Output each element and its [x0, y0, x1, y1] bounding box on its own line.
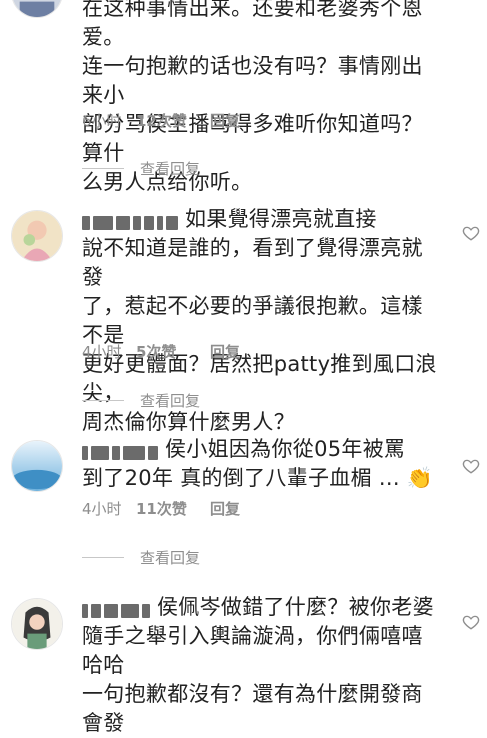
comment-line-text: 侯小姐因為你從05年被罵 — [165, 437, 406, 461]
heart-outline-icon[interactable] — [462, 457, 480, 475]
divider — [82, 557, 124, 558]
comment-line-text: 侯佩岑做錯了什麼？被你老婆 — [157, 595, 434, 619]
view-replies[interactable]: 查看回复 — [82, 547, 200, 568]
heart-outline-icon[interactable] — [462, 613, 480, 631]
avatar[interactable] — [11, 0, 63, 18]
reply-button[interactable]: 回复 — [210, 110, 240, 131]
comment-line: 說不知道是誰的，看到了覺得漂亮就發 — [82, 236, 423, 289]
view-replies[interactable]: 查看回复 — [82, 158, 200, 179]
comment-text: 侯小姐因為你從05年被罵 到了20年 真的倒了八輩子血楣 ... 👏 — [82, 435, 444, 493]
view-replies-label[interactable]: 查看回复 — [140, 158, 200, 179]
username-redacted[interactable] — [82, 209, 181, 230]
avatar[interactable] — [11, 598, 63, 650]
avatar[interactable] — [11, 210, 63, 262]
comment-line: 连一句抱歉的话也没有吗？事情刚出来小 — [82, 54, 423, 107]
comment-line: 在这种事情出来。还要和老婆秀个恩爱。 — [82, 0, 423, 49]
like-count[interactable]: 12次赞 — [136, 110, 210, 131]
reply-button[interactable]: 回复 — [210, 341, 240, 362]
comment-text: 侯佩岑做錯了什麼？被你老婆 隨手之舉引入輿論漩渦，你們倆嘻嘻哈哈 一句抱歉都沒有… — [82, 593, 444, 738]
comment-line: 侯佩岑做錯了什麼？被你老婆 — [82, 593, 444, 622]
avatar[interactable] — [11, 440, 63, 492]
reply-button[interactable]: 回复 — [210, 498, 240, 519]
comment-time: 6小时 — [82, 112, 122, 130]
divider — [82, 400, 124, 401]
username-redacted[interactable] — [82, 597, 153, 618]
comment-line: 隨手之舉引入輿論漩渦，你們倆嘻嘻哈哈 — [82, 624, 423, 677]
username-redacted[interactable] — [82, 439, 161, 460]
comment-line: 周杰倫你算什麼男人？ — [82, 410, 295, 434]
like-count[interactable]: 11次赞 — [136, 498, 210, 519]
divider — [82, 168, 124, 169]
comment-meta: 6小时 12次赞 回复 — [82, 110, 240, 131]
comment-line: 一句抱歉都沒有？還有為什麼開發商會發 — [82, 682, 423, 735]
comment-time: 4小时 — [82, 343, 122, 361]
comment-line-text: 如果覺得漂亮就直接 — [185, 207, 377, 231]
heart-outline-icon[interactable] — [462, 224, 480, 242]
comment-meta: 4小时 5次赞 回复 — [82, 341, 240, 362]
comment-line: 如果覺得漂亮就直接 — [82, 205, 444, 234]
comment-line: 侯小姐因為你從05年被罵 — [82, 435, 444, 464]
view-replies-label[interactable]: 查看回复 — [140, 547, 200, 568]
comment-meta: 4小时 11次赞 回复 — [82, 498, 240, 519]
view-replies[interactable]: 查看回复 — [82, 390, 200, 411]
comment-line: 到了20年 真的倒了八輩子血楣 ... 👏 — [82, 466, 434, 490]
view-replies-label[interactable]: 查看回复 — [140, 390, 200, 411]
comment-time: 4小时 — [82, 500, 122, 518]
like-count[interactable]: 5次赞 — [136, 341, 210, 362]
